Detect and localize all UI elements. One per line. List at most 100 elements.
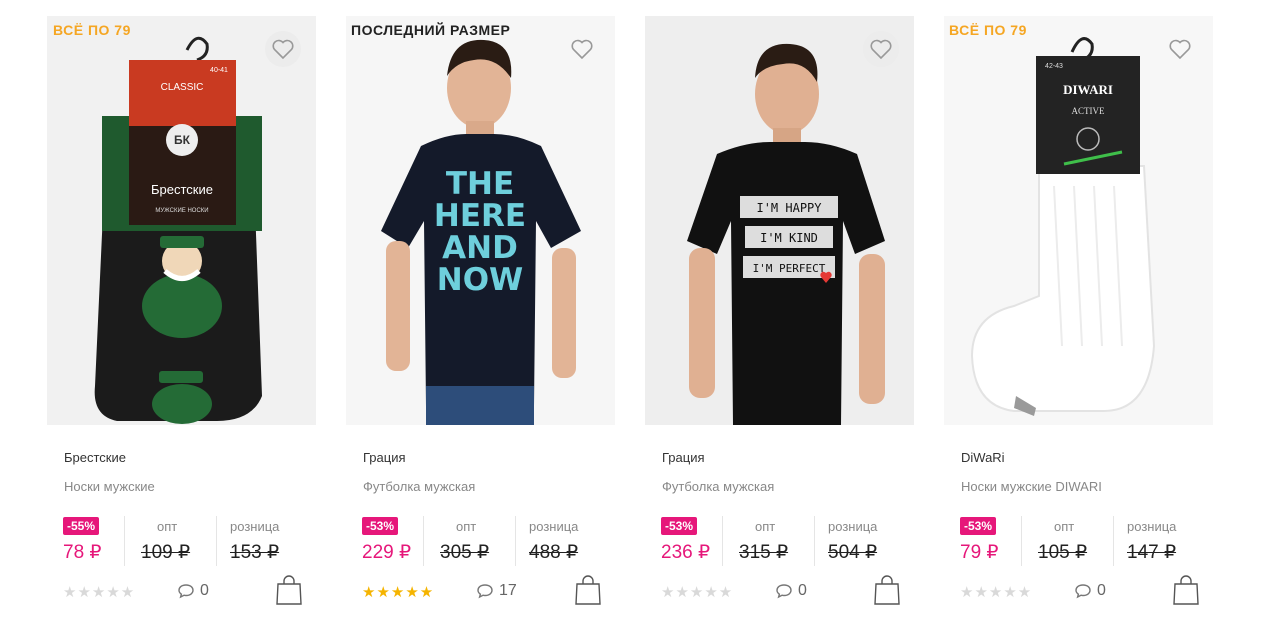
divider [814, 516, 815, 566]
favorite-button[interactable] [1162, 31, 1198, 67]
add-to-cart-button[interactable] [574, 574, 602, 606]
product-grid: БК CLASSIC 40-41 Брестские МУЖСКИЕ НОСКИ… [0, 0, 1280, 631]
retail-price: 504 ₽ [828, 542, 878, 563]
add-to-cart-button[interactable] [1172, 574, 1200, 606]
shopping-bag-icon [276, 575, 302, 605]
rating-stars[interactable]: ★★★★★ [63, 583, 135, 601]
heart-icon [1169, 39, 1191, 60]
svg-text:БК: БК [174, 133, 191, 147]
rating-stars[interactable]: ★★★★★ [960, 583, 1032, 601]
product-brand[interactable]: Грация [662, 450, 705, 465]
favorite-button[interactable] [265, 31, 301, 67]
comments-value: 17 [499, 582, 517, 599]
opt-label: опт [157, 519, 178, 534]
product-title[interactable]: Носки мужские [64, 479, 155, 494]
current-price: 229 ₽ [362, 542, 412, 563]
opt-label: опт [456, 519, 477, 534]
product-title[interactable]: Футболка мужская [363, 479, 475, 494]
product-card[interactable]: БК CLASSIC 40-41 Брестские МУЖСКИЕ НОСКИ… [47, 0, 347, 631]
heart-icon [870, 39, 892, 60]
retail-label: розница [230, 519, 280, 534]
shirt-print-line: HERE [434, 198, 526, 234]
star-icon: ★★★★★ [661, 584, 734, 601]
comments-value: 0 [200, 582, 209, 599]
product-image-tshirt[interactable]: I'M HAPPY I'M KIND I'M PERFECT [645, 16, 914, 425]
product-image-tshirt[interactable]: THE HERE AND NOW [346, 16, 615, 425]
shopping-bag-icon [575, 575, 601, 605]
shirt-print-line: I'M KIND [760, 231, 818, 245]
shirt-print-line: AND [442, 230, 518, 266]
discount-badge: -53% [362, 517, 399, 535]
divider [423, 516, 424, 566]
star-icon: ★★★★★ [362, 584, 435, 601]
heart-icon [571, 39, 593, 60]
divider [124, 516, 125, 566]
comment-icon [776, 584, 792, 599]
star-icon: ★★★★★ [63, 584, 136, 601]
pack-size-label: 40-41 [210, 67, 228, 74]
opt-price: 305 ₽ [440, 542, 490, 563]
current-price: 79 ₽ [960, 542, 999, 563]
discount-badge: -53% [661, 517, 698, 535]
divider [515, 516, 516, 566]
current-price: 78 ₽ [63, 542, 102, 563]
comments-count[interactable]: 17 [476, 582, 517, 600]
comments-count[interactable]: 0 [1074, 582, 1106, 600]
pack-sub-label: МУЖСКИЕ НОСКИ [155, 208, 208, 214]
pack-size-label: 42-43 [1045, 63, 1063, 70]
product-card[interactable]: 42-43 DIWARI ACTIVE ВСЁ ПО 79 DiWaRi Нос… [944, 0, 1244, 631]
product-brand[interactable]: DiWaRi [961, 450, 1005, 465]
pack-brand-label: DIWARI [1063, 82, 1113, 97]
comment-icon [1075, 584, 1091, 599]
comments-value: 0 [798, 582, 807, 599]
discount-badge: -55% [63, 517, 100, 535]
heart-icon [272, 39, 294, 60]
opt-price: 315 ₽ [739, 542, 789, 563]
product-card[interactable]: THE HERE AND NOW ПОСЛЕДНИЙ РАЗМЕР Грация… [346, 0, 646, 631]
pack-line-label: ACTIVE [1072, 106, 1105, 116]
star-icon: ★★★★★ [960, 584, 1033, 601]
retail-label: розница [529, 519, 579, 534]
promo-label: ПОСЛЕДНИЙ РАЗМЕР [351, 22, 511, 38]
opt-price: 109 ₽ [141, 542, 191, 563]
opt-label: опт [755, 519, 776, 534]
comments-value: 0 [1097, 582, 1106, 599]
shirt-print-line: I'M HAPPY [756, 201, 822, 215]
divider [1021, 516, 1022, 566]
add-to-cart-button[interactable] [275, 574, 303, 606]
favorite-button[interactable] [564, 31, 600, 67]
shirt-print-line: NOW [437, 262, 524, 298]
shirt-print-line: I'M PERFECT [753, 262, 826, 275]
retail-price: 147 ₽ [1127, 542, 1177, 563]
product-image-socks[interactable]: 42-43 DIWARI ACTIVE [944, 16, 1213, 425]
opt-label: опт [1054, 519, 1075, 534]
retail-price: 153 ₽ [230, 542, 280, 563]
product-image-socks[interactable]: БК CLASSIC 40-41 Брестские МУЖСКИЕ НОСКИ [47, 16, 316, 425]
product-title[interactable]: Носки мужские DIWARI [961, 479, 1102, 494]
shopping-bag-icon [1173, 575, 1199, 605]
product-card[interactable]: I'M HAPPY I'M KIND I'M PERFECT Грация Фу… [645, 0, 945, 631]
product-brand[interactable]: Брестские [64, 450, 126, 465]
comment-icon [477, 584, 493, 599]
shopping-bag-icon [874, 575, 900, 605]
product-brand[interactable]: Грация [363, 450, 406, 465]
favorite-button[interactable] [863, 31, 899, 67]
retail-price: 488 ₽ [529, 542, 579, 563]
promo-label: ВСЁ ПО 79 [949, 22, 1027, 38]
pack-line-label: CLASSIC [161, 82, 204, 93]
divider [216, 516, 217, 566]
comments-count[interactable]: 0 [775, 582, 807, 600]
add-to-cart-button[interactable] [873, 574, 901, 606]
promo-label: ВСЁ ПО 79 [53, 22, 131, 38]
comments-count[interactable]: 0 [177, 582, 209, 600]
divider [722, 516, 723, 566]
shirt-print-line: THE [446, 166, 514, 202]
opt-price: 105 ₽ [1038, 542, 1088, 563]
pack-brand-label: Брестские [151, 182, 213, 197]
discount-badge: -53% [960, 517, 997, 535]
comment-icon [178, 584, 194, 599]
product-title[interactable]: Футболка мужская [662, 479, 774, 494]
rating-stars[interactable]: ★★★★★ [661, 583, 733, 601]
rating-stars[interactable]: ★★★★★ [362, 583, 434, 601]
retail-label: розница [1127, 519, 1177, 534]
